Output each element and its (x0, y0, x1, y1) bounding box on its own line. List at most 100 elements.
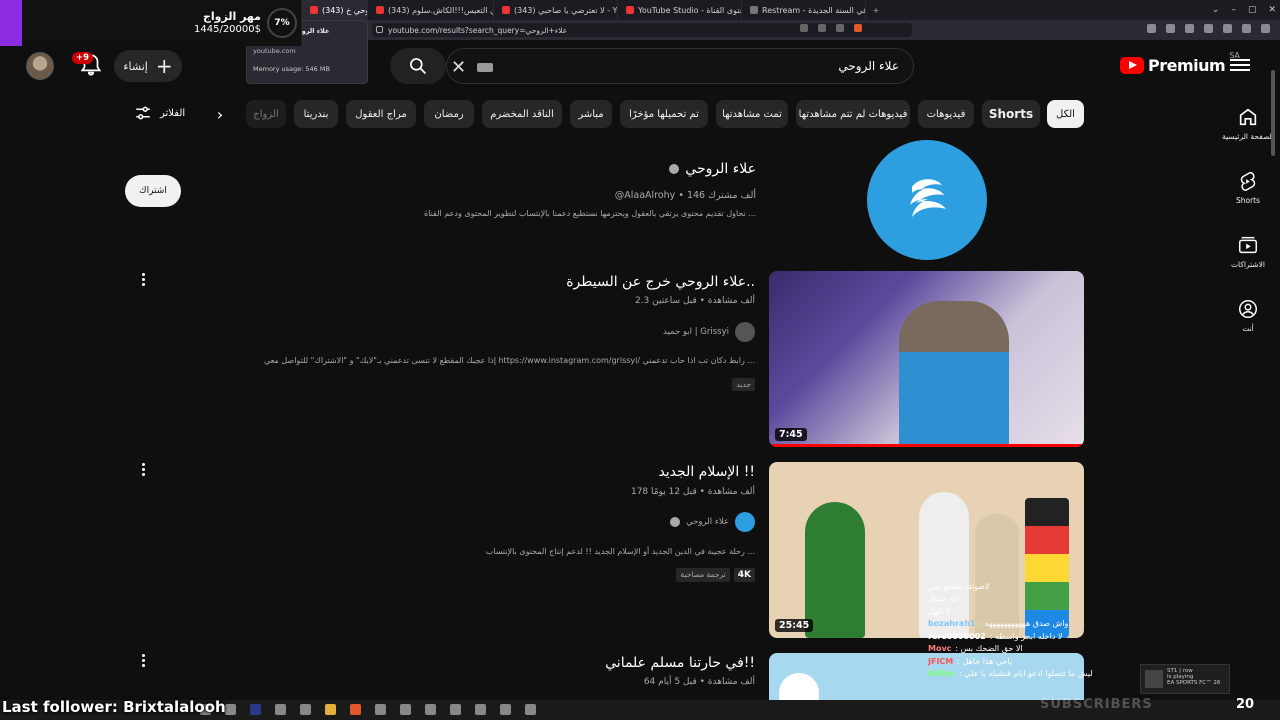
goal-percent: 7% (267, 8, 297, 38)
more-actions-icon[interactable] (138, 273, 148, 286)
video-duration: 25:45 (775, 619, 814, 632)
chat-message: لاصوتك يتقطع بس (928, 581, 990, 591)
extension-icon[interactable] (1242, 24, 1251, 33)
you-icon (1239, 300, 1257, 318)
lock-icon (376, 26, 383, 33)
channel-title[interactable]: علاء الروحي (669, 161, 756, 177)
account-avatar[interactable] (26, 52, 54, 80)
chevron-right-icon[interactable]: › (208, 102, 232, 126)
search-button[interactable] (390, 48, 446, 84)
overlay-clock: 20 (1236, 697, 1255, 712)
bookmark-icon[interactable] (836, 24, 844, 32)
app-icon[interactable] (500, 704, 511, 715)
app-icon[interactable] (450, 704, 461, 715)
extension-icons (1147, 24, 1270, 33)
app-icon[interactable] (475, 704, 486, 715)
chip[interactable]: بندريتا (294, 100, 338, 128)
browser-tab[interactable]: (343) لا تعترضي يا صاحبي - YouTube (494, 0, 618, 20)
chat-message: JFICM: ياخي هذا جاهل (928, 656, 1013, 666)
video-title[interactable]: الإسلام الجديد !! (658, 464, 755, 480)
goal-title: مهر الزواج (202, 10, 261, 23)
video-channel[interactable]: علاء الروحي (670, 512, 755, 532)
chat-message: لا الهل (928, 606, 950, 616)
chip[interactable]: الناقد المخضرم (482, 100, 562, 128)
video-channel[interactable]: ابو حميد | Grissyi (663, 322, 755, 342)
app-icon[interactable] (425, 704, 436, 715)
chrome-icon[interactable] (325, 704, 336, 715)
more-actions-icon[interactable] (138, 654, 148, 667)
goal-amount: 1445/20000$ (194, 24, 261, 35)
app-icon[interactable] (250, 704, 261, 715)
youtube-favicon-icon (502, 6, 510, 14)
subscriptions-icon (1239, 236, 1257, 254)
steam-icon[interactable] (400, 704, 411, 715)
close-window-icon[interactable]: ✕ (1268, 5, 1276, 15)
video-title[interactable]: في حارتنا مسلم علماني!! (605, 655, 755, 671)
menu-icon[interactable] (1261, 24, 1270, 33)
game-icon (1145, 670, 1163, 688)
more-actions-icon[interactable] (138, 463, 148, 476)
notifications-button[interactable]: +9 (72, 52, 104, 80)
chat-message: Movc: الا حق الضحك بس (928, 644, 1023, 654)
video-meta: 64 ألف مشاهدة • قبل 5 أيام (643, 677, 755, 687)
chat-message: h89bc: ليش ما تتصلوا ادعو ايام قتشيله يا… (928, 669, 1093, 679)
app-icon[interactable] (525, 704, 536, 715)
restream-favicon-icon (750, 6, 758, 14)
translate-icon[interactable] (818, 24, 826, 32)
browser-tab[interactable]: YouTube Studio - محتوى القناة (618, 0, 742, 20)
chip[interactable]: مباشر (570, 100, 612, 128)
extension-icon[interactable] (1166, 24, 1175, 33)
youtube-premium-logo[interactable]: Premium SA (1120, 51, 1240, 75)
youtube-header: +9 إنشاء + ✕ علاء الروحي Premium SA (0, 40, 1280, 92)
browser-tab[interactable]: (343) الأربعيني التعيس!!!الكاش.سلوم (368, 0, 494, 20)
tab-list-icon[interactable]: ⌄ (1212, 5, 1220, 15)
chat-message: rere0000002: لا داخله ابحر واسطه (928, 631, 1063, 641)
chip[interactable]: فيديوهات (918, 100, 974, 128)
video-title[interactable]: علاء الروحي خرج عن السيطرة.. (566, 274, 755, 290)
youtube-favicon-icon (376, 6, 384, 14)
chat-message: ايه جدول (928, 594, 959, 604)
search-icon (410, 58, 427, 75)
brave-shield-icon[interactable] (854, 24, 862, 32)
chip-all[interactable]: الكل (1047, 100, 1084, 128)
brave-icon[interactable] (350, 704, 361, 715)
shorts-icon (1240, 172, 1256, 191)
video-description: إذا عجبك المقطع لا تنسى تدعمني بـ"لايك" … (264, 356, 755, 365)
chip[interactable]: تم تحميلها مؤخرًا (620, 100, 708, 128)
last-follower-overlay: Last follower: Brixtalalooh (2, 698, 226, 716)
app-icon[interactable] (375, 704, 386, 715)
create-button[interactable]: إنشاء + (114, 50, 182, 82)
extension-icon[interactable] (1185, 24, 1194, 33)
chip-marriage[interactable]: الزواج (246, 100, 286, 128)
search-input[interactable]: ✕ علاء الروحي (446, 48, 914, 84)
chip[interactable]: تمت مشاهدتها (716, 100, 788, 128)
extension-icon[interactable] (1204, 24, 1213, 33)
extension-icon[interactable] (1147, 24, 1156, 33)
page-scrollbar[interactable] (1271, 44, 1277, 720)
new-tab-button[interactable]: + (866, 6, 886, 15)
guide-menu-button[interactable] (1230, 56, 1250, 74)
app-icon[interactable] (300, 704, 311, 715)
chip[interactable]: فيديوهات لم تتم مشاهدتها (796, 100, 910, 128)
video-thumbnail[interactable]: 7:45 (769, 271, 1084, 447)
app-icon[interactable] (225, 704, 236, 715)
chip[interactable]: مراج العقول (346, 100, 416, 128)
zoom-icon[interactable] (800, 24, 808, 32)
browser-tab[interactable]: (343) علاء الروحي خ (302, 0, 368, 20)
chip-shorts[interactable]: Shorts (982, 100, 1040, 128)
keyboard-icon[interactable] (477, 63, 493, 72)
clear-search-icon[interactable]: ✕ (451, 57, 466, 78)
filters-button[interactable]: الفلاتر (134, 104, 185, 122)
minimize-icon[interactable]: – (1231, 5, 1236, 15)
extension-icon[interactable] (1223, 24, 1232, 33)
maximize-icon[interactable]: ▢ (1248, 5, 1257, 15)
chip[interactable]: رمضان (424, 100, 474, 128)
channel-avatar[interactable] (867, 140, 987, 260)
video-meta: 178 ألف مشاهدة • قبل 12 يومًا (630, 487, 755, 497)
subscribe-button[interactable]: اشتراك (125, 175, 181, 207)
channel-avatar-small (735, 322, 755, 342)
app-icon[interactable] (275, 704, 286, 715)
browser-tab[interactable]: Restream - اول بث في السنة الجديدة (742, 0, 866, 20)
chat-message: bozahrah1: واش صدق هههههههههههه (928, 619, 1069, 629)
channel-meta: @AlaaAlrohy • 146 ألف مشترك (614, 190, 756, 201)
